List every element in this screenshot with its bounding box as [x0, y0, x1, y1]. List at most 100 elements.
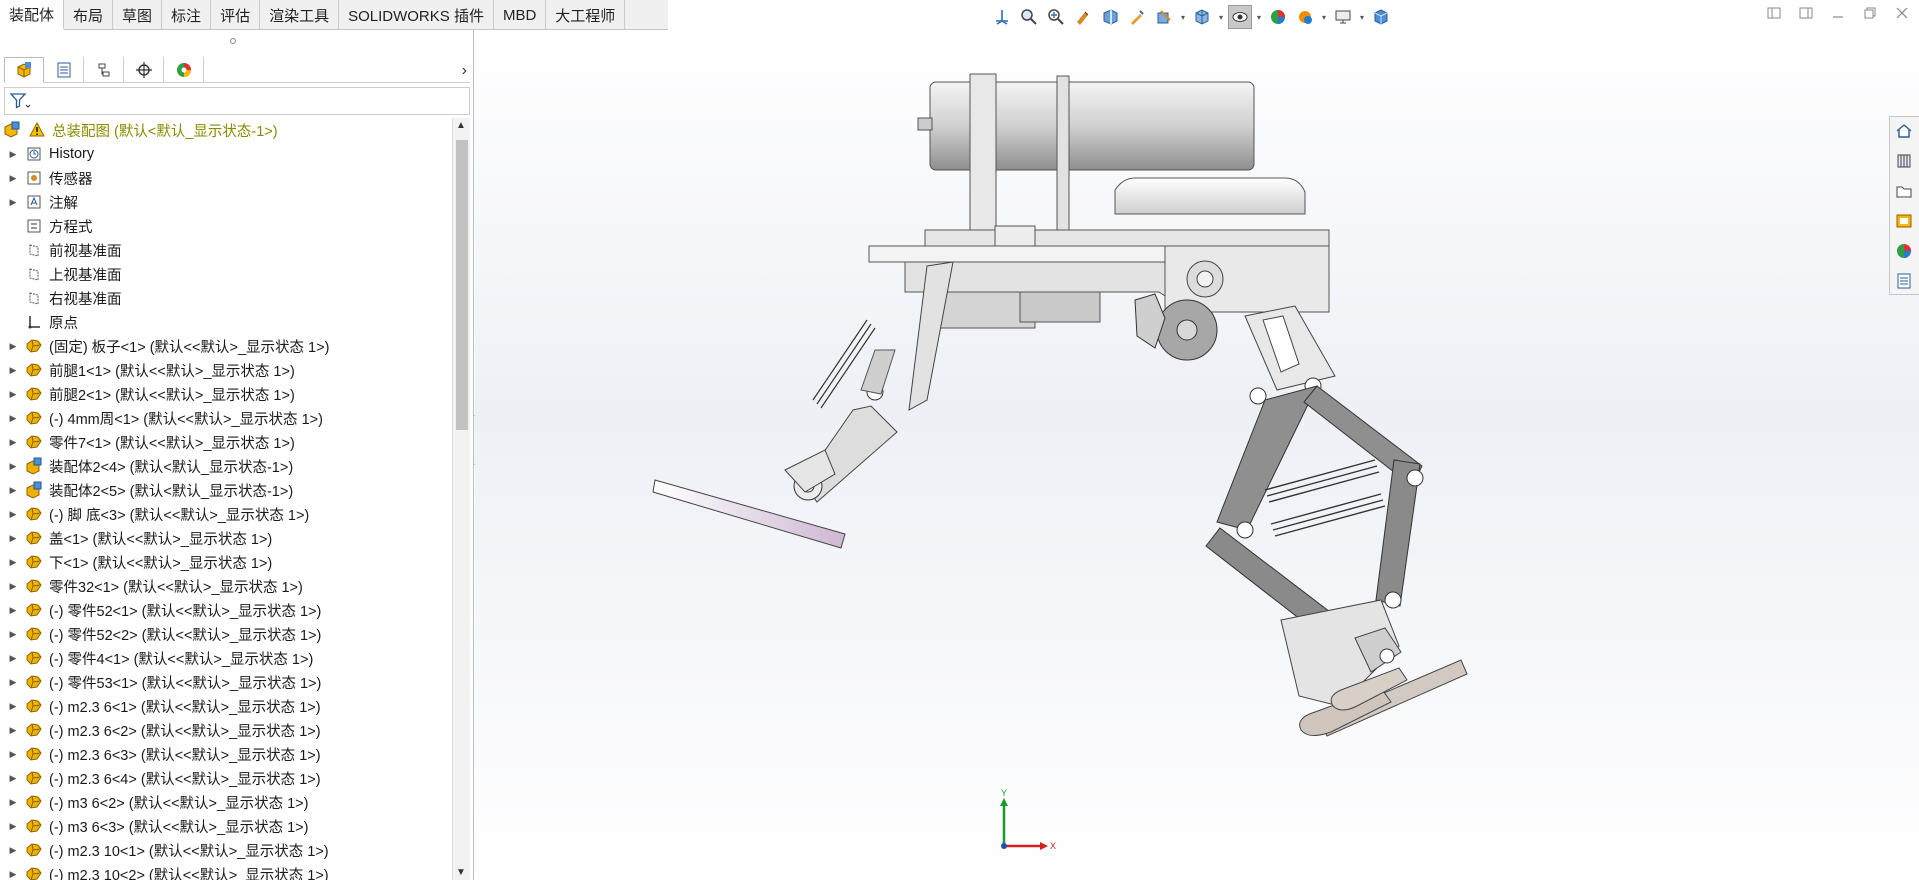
- view-monitor-icon[interactable]: [1331, 5, 1355, 29]
- expand-arrow-icon[interactable]: ▶: [6, 677, 20, 688]
- expand-arrow-icon[interactable]: ▶: [6, 869, 20, 880]
- hide-show-items-icon[interactable]: [1228, 5, 1252, 29]
- view-settings-icon[interactable]: [1152, 5, 1176, 29]
- expand-arrow-icon[interactable]: ▶: [6, 437, 20, 448]
- tree-item[interactable]: ▶ (-) 零件52<1> (默认<<默认>_显示状态 1>): [0, 598, 450, 622]
- tree-scrollbar[interactable]: ▲ ▼: [452, 118, 470, 880]
- edit-appearance-icon[interactable]: [1266, 5, 1290, 29]
- tree-item[interactable]: ▶ 零件32<1> (默认<<默认>_显示状态 1>): [0, 574, 450, 598]
- expand-arrow-icon[interactable]: ▶: [6, 821, 20, 832]
- tree-item[interactable]: ▶ (-) 零件52<2> (默认<<默认>_显示状态 1>): [0, 622, 450, 646]
- expand-arrow-icon[interactable]: ▶: [6, 581, 20, 592]
- expand-arrow-icon[interactable]: ▶: [6, 797, 20, 808]
- tree-item[interactable]: ▶ (-) m2.3 10<1> (默认<<默认>_显示状态 1>): [0, 838, 450, 862]
- tab-layout[interactable]: 布局: [64, 0, 114, 30]
- tree-item[interactable]: ▶ (-) m3 6<2> (默认<<默认>_显示状态 1>): [0, 790, 450, 814]
- expand-arrow-icon[interactable]: ▶: [6, 413, 20, 424]
- tree-item[interactable]: 原点: [0, 310, 450, 334]
- tab-assembly[interactable]: 装配体: [0, 0, 65, 30]
- filter-icon[interactable]: [9, 91, 31, 111]
- expand-arrow-icon[interactable]: ▶: [6, 773, 20, 784]
- minimize-icon[interactable]: [1829, 4, 1847, 22]
- apply-scene-dropdown-icon[interactable]: ▾: [1320, 5, 1328, 29]
- restore-icon[interactable]: [1861, 4, 1879, 22]
- view-palette-icon[interactable]: [1890, 207, 1918, 234]
- tab-mbd[interactable]: MBD: [494, 0, 547, 30]
- display-manager-tab-icon[interactable]: [164, 57, 204, 83]
- expand-arrow-icon[interactable]: ▶: [6, 557, 20, 568]
- expand-arrow-icon[interactable]: ▶: [6, 605, 20, 616]
- tree-item[interactable]: ▶ (固定) 板子<1> (默认<<默认>_显示状态 1>): [0, 334, 450, 358]
- tree-item[interactable]: ▶ (-) m2.3 6<1> (默认<<默认>_显示状态 1>): [0, 694, 450, 718]
- tree-item[interactable]: ▶ (-) 脚 底<3> (默认<<默认>_显示状态 1>): [0, 502, 450, 526]
- expand-arrow-icon[interactable]: ▶: [6, 749, 20, 760]
- hide-show-dropdown-icon[interactable]: ▾: [1255, 5, 1263, 29]
- tree-item[interactable]: 右视基准面: [0, 286, 450, 310]
- zoom-to-fit-icon[interactable]: [1017, 5, 1041, 29]
- tree-root-row[interactable]: 总装配图 (默认<默认_显示状态-1>): [0, 118, 450, 142]
- tree-item[interactable]: ▶ 装配体2<5> (默认<默认_显示状态-1>): [0, 478, 450, 502]
- tab-render-tools[interactable]: 渲染工具: [260, 0, 340, 30]
- tree-item[interactable]: 方程式: [0, 214, 450, 238]
- tree-item[interactable]: ▶ (-) 零件53<1> (默认<<默认>_显示状态 1>): [0, 670, 450, 694]
- design-library-icon[interactable]: [1890, 147, 1918, 174]
- apply-scene-icon[interactable]: [1293, 5, 1317, 29]
- tree-item[interactable]: ▶ 零件7<1> (默认<<默认>_显示状态 1>): [0, 430, 450, 454]
- tree-item[interactable]: ▶ (-) m2.3 6<3> (默认<<默认>_显示状态 1>): [0, 742, 450, 766]
- expand-arrow-icon[interactable]: ▶: [6, 629, 20, 640]
- tab-markup[interactable]: 标注: [162, 0, 212, 30]
- tab-evaluate[interactable]: 评估: [211, 0, 261, 30]
- previous-view-icon[interactable]: [1071, 5, 1095, 29]
- tree-item[interactable]: ▶ 前腿2<1> (默认<<默认>_显示状态 1>): [0, 382, 450, 406]
- tree-item[interactable]: ▶ 传感器: [0, 166, 450, 190]
- tab-solidworks-addins[interactable]: SOLIDWORKS 插件: [339, 0, 494, 30]
- tab-engineer[interactable]: 大工程师: [546, 0, 626, 30]
- tree-item[interactable]: ▶ (-) m3 6<3> (默认<<默认>_显示状态 1>): [0, 814, 450, 838]
- zoom-to-area-icon[interactable]: [1044, 5, 1068, 29]
- tree-item[interactable]: ▶ History: [0, 142, 450, 166]
- section-view-icon[interactable]: [1098, 5, 1122, 29]
- tree-item[interactable]: ▶ 装配体2<4> (默认<默认_显示状态-1>): [0, 454, 450, 478]
- scroll-down-icon[interactable]: ▼: [456, 867, 466, 878]
- expand-arrow-icon[interactable]: ▶: [6, 365, 20, 376]
- property-manager-tab-icon[interactable]: [44, 57, 84, 83]
- file-explorer-icon[interactable]: [1890, 177, 1918, 204]
- view-settings-dropdown-icon[interactable]: ▾: [1179, 5, 1187, 29]
- view-monitor-dropdown-icon[interactable]: ▾: [1358, 5, 1366, 29]
- expand-arrow-icon[interactable]: ▶: [6, 701, 20, 712]
- graphics-viewport[interactable]: Y X: [475, 30, 1919, 880]
- tree-item[interactable]: ▶ (-) m2.3 10<2> (默认<<默认>_显示状态 1>): [0, 862, 450, 880]
- home-icon[interactable]: [1890, 117, 1918, 144]
- expand-arrow-icon[interactable]: ▶: [6, 149, 20, 160]
- view-orientation-icon[interactable]: [990, 5, 1014, 29]
- expand-arrow-icon[interactable]: ▶: [6, 845, 20, 856]
- expand-arrow-icon[interactable]: ▶: [6, 533, 20, 544]
- tree-item[interactable]: ▶ (-) 4mm周<1> (默认<<默认>_显示状态 1>): [0, 406, 450, 430]
- expand-arrow-icon[interactable]: ▶: [6, 173, 20, 184]
- scroll-up-icon[interactable]: ▲: [456, 120, 466, 131]
- tree-item[interactable]: ▶ 前腿1<1> (默认<<默认>_显示状态 1>): [0, 358, 450, 382]
- expand-arrow-icon[interactable]: ▶: [6, 197, 20, 208]
- view-cube-icon[interactable]: [1369, 5, 1393, 29]
- panel-right-icon[interactable]: [1797, 4, 1815, 22]
- tree-item[interactable]: ▶ 下<1> (默认<<默认>_显示状态 1>): [0, 550, 450, 574]
- expand-arrow-icon[interactable]: ▶: [6, 389, 20, 400]
- tree-item[interactable]: ▶ 盖<1> (默认<<默认>_显示状态 1>): [0, 526, 450, 550]
- expand-arrow-icon[interactable]: ▶: [6, 461, 20, 472]
- configuration-manager-tab-icon[interactable]: [84, 57, 124, 83]
- tree-filter-bar[interactable]: [4, 87, 470, 115]
- tree-item[interactable]: ▶ (-) 零件4<1> (默认<<默认>_显示状态 1>): [0, 646, 450, 670]
- appearances-icon[interactable]: [1890, 237, 1918, 264]
- robot-leg-assembly-model[interactable]: [475, 30, 1919, 880]
- scrollbar-thumb[interactable]: [456, 140, 468, 430]
- expand-arrow-icon[interactable]: ▶: [6, 485, 20, 496]
- custom-properties-icon[interactable]: [1890, 267, 1918, 294]
- expand-arrow-icon[interactable]: ▶: [6, 509, 20, 520]
- feature-manager-tab-icon[interactable]: [4, 57, 44, 83]
- tree-item[interactable]: ▶ (-) m2.3 6<2> (默认<<默认>_显示状态 1>): [0, 718, 450, 742]
- tree-item[interactable]: ▶ 注解: [0, 190, 450, 214]
- expand-arrow-icon[interactable]: ▶: [6, 725, 20, 736]
- dynamic-annotation-icon[interactable]: [1125, 5, 1149, 29]
- expand-arrow-icon[interactable]: ▶: [6, 341, 20, 352]
- panel-left-icon[interactable]: [1765, 4, 1783, 22]
